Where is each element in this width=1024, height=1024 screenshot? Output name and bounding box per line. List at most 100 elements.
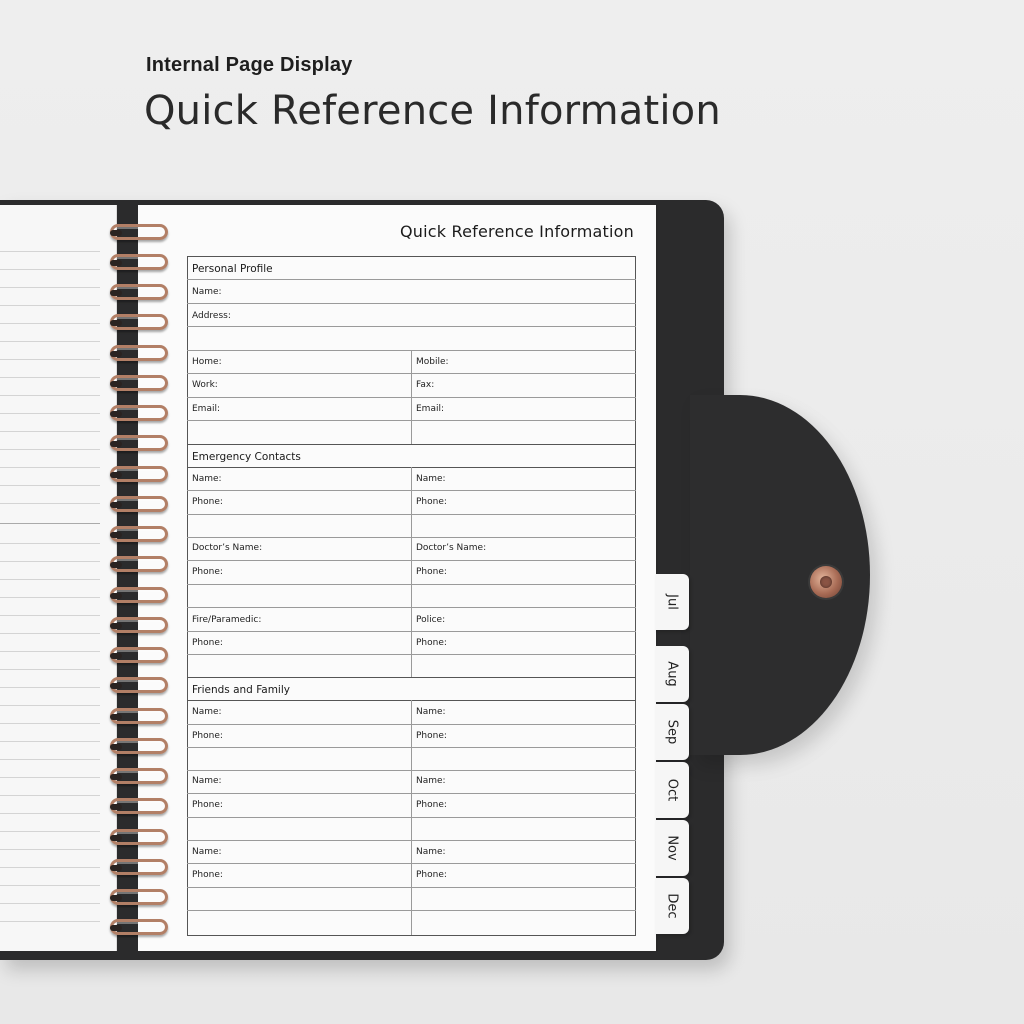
- spiral-ring-icon: [110, 829, 168, 845]
- label-name: Name:: [192, 847, 222, 857]
- tab-dec[interactable]: Dec: [655, 878, 689, 934]
- spiral-ring-icon: [110, 768, 168, 784]
- ruled-line: [0, 759, 100, 760]
- spiral-ring-icon: [110, 677, 168, 693]
- label-phone: Phone:: [192, 731, 223, 741]
- form-row-line: [187, 326, 636, 327]
- label-doctor-name: Doctor’s Name:: [416, 543, 487, 553]
- ruled-line: [0, 467, 100, 468]
- tab-jul[interactable]: Jul: [655, 574, 689, 630]
- spiral-ring-icon: [110, 798, 168, 814]
- label-email: Email:: [192, 404, 221, 414]
- label-fire-paramedic: Fire/Paramedic:: [192, 615, 262, 625]
- ruled-line: [0, 615, 100, 616]
- label-address: Address:: [192, 311, 231, 321]
- label-email: Email:: [416, 404, 445, 414]
- label-mobile: Mobile:: [416, 357, 449, 367]
- spiral-ring-icon: [110, 224, 168, 240]
- ruled-line: [0, 777, 100, 778]
- ruled-line: [0, 341, 100, 342]
- ruled-line: [0, 741, 100, 742]
- ruled-line: [0, 323, 100, 324]
- tab-label: Jul: [664, 594, 680, 610]
- ruled-line: [0, 561, 100, 562]
- spiral-ring-icon: [110, 526, 168, 542]
- section-divider: [187, 677, 636, 678]
- column-divider: [411, 467, 412, 677]
- ruled-line: [0, 813, 100, 814]
- tab-label: Aug: [664, 661, 680, 687]
- ruled-line: [0, 543, 100, 544]
- page-heading: Quick Reference Information: [144, 88, 721, 134]
- spiral-ring-icon: [110, 314, 168, 330]
- ruled-line: [0, 413, 100, 414]
- tab-label: Dec: [664, 893, 680, 919]
- ruled-line: [0, 633, 100, 634]
- spiral-ring-icon: [110, 617, 168, 633]
- label-phone: Phone:: [192, 870, 223, 880]
- ruled-line: [0, 867, 100, 868]
- label-police: Police:: [416, 615, 446, 625]
- label-work: Work:: [192, 380, 218, 390]
- tab-nov[interactable]: Nov: [655, 820, 689, 876]
- spiral-ring-icon: [110, 708, 168, 724]
- label-phone: Phone:: [416, 567, 447, 577]
- ruled-line: [0, 705, 100, 706]
- closure-flap: [690, 395, 870, 755]
- spiral-ring-icon: [110, 345, 168, 361]
- form-row-line: [187, 279, 636, 280]
- spiral-ring-icon: [110, 284, 168, 300]
- tab-label: Oct: [664, 778, 680, 802]
- label-phone: Phone:: [416, 731, 447, 741]
- spiral-ring-icon: [110, 435, 168, 451]
- page-subtitle: Internal Page Display: [146, 54, 353, 76]
- section-personal-profile: Personal Profile: [192, 263, 273, 275]
- tab-label: Sep: [664, 719, 680, 745]
- ruled-line: [0, 269, 100, 270]
- tab-aug[interactable]: Aug: [655, 646, 689, 702]
- spiral-ring-icon: [110, 587, 168, 603]
- label-name: Name:: [416, 707, 446, 717]
- ruled-line: [0, 885, 100, 886]
- tab-sep[interactable]: Sep: [655, 704, 689, 760]
- ruled-line: [0, 849, 100, 850]
- spiral-ring-icon: [110, 466, 168, 482]
- spiral-ring-icon: [110, 375, 168, 391]
- label-phone: Phone:: [416, 497, 447, 507]
- ruled-line: [0, 669, 100, 670]
- ruled-line: [0, 651, 100, 652]
- ruled-line: [0, 831, 100, 832]
- ruled-line: [0, 251, 100, 252]
- label-name: Name:: [192, 776, 222, 786]
- tab-label: Nov: [664, 835, 680, 861]
- label-phone: Phone:: [416, 870, 447, 880]
- ruled-line: [0, 287, 100, 288]
- label-name: Name:: [192, 287, 222, 297]
- ruled-line: [0, 359, 100, 360]
- label-phone: Phone:: [192, 800, 223, 810]
- label-name: Name:: [416, 474, 446, 484]
- ruled-line: [0, 723, 100, 724]
- ruled-line: [0, 305, 100, 306]
- ruled-line: [0, 921, 100, 922]
- planner-page-title: Quick Reference Information: [400, 222, 635, 241]
- ruled-line: [0, 449, 100, 450]
- label-phone: Phone:: [192, 567, 223, 577]
- spiral-ring-icon: [110, 405, 168, 421]
- ruled-line: [0, 903, 100, 904]
- section-emergency-contacts: Emergency Contacts: [192, 451, 301, 463]
- ruled-line: [0, 485, 100, 486]
- left-page: [0, 205, 117, 951]
- tab-oct[interactable]: Oct: [655, 762, 689, 818]
- label-doctor-name: Doctor’s Name:: [192, 543, 263, 553]
- section-friends-family: Friends and Family: [192, 684, 290, 696]
- spiral-ring-icon: [110, 647, 168, 663]
- label-phone: Phone:: [192, 497, 223, 507]
- label-name: Name:: [416, 847, 446, 857]
- spiral-ring-icon: [110, 859, 168, 875]
- ruled-line: [0, 395, 100, 396]
- spiral-ring-icon: [110, 889, 168, 905]
- ruled-line: [0, 579, 100, 580]
- label-fax: Fax:: [416, 380, 435, 390]
- label-phone: Phone:: [192, 638, 223, 648]
